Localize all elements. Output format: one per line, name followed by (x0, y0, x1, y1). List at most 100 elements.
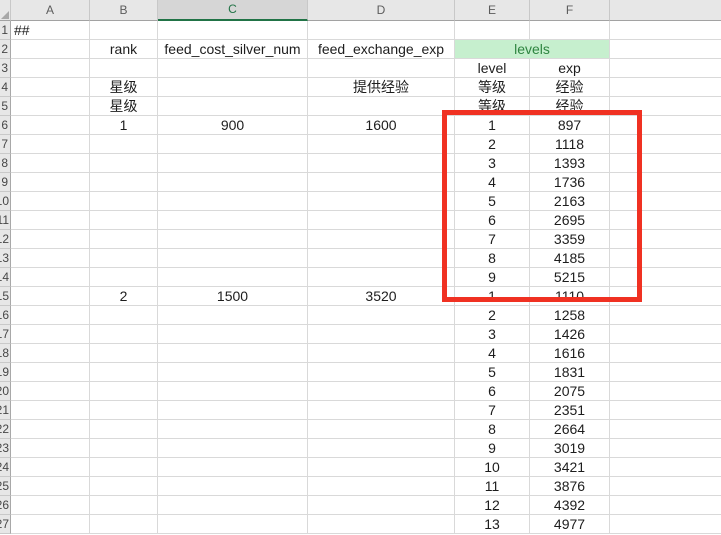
cell-C14[interactable] (158, 268, 308, 287)
cell-C20[interactable] (158, 382, 308, 401)
cell-A20[interactable] (11, 382, 90, 401)
row-header-14[interactable]: 14 (0, 268, 11, 287)
cell-B4[interactable]: 星级 (90, 78, 158, 97)
cell-A24[interactable] (11, 458, 90, 477)
cell-F17[interactable]: 1426 (530, 325, 610, 344)
column-header-A[interactable]: A (11, 0, 90, 21)
cell-C4[interactable] (158, 78, 308, 97)
cell-G6[interactable] (610, 116, 721, 135)
column-header-D[interactable]: D (308, 0, 455, 21)
cell-A6[interactable] (11, 116, 90, 135)
cell-B14[interactable] (90, 268, 158, 287)
row-header-22[interactable]: 22 (0, 420, 11, 439)
cell-D19[interactable] (308, 363, 455, 382)
cell-E13[interactable]: 8 (455, 249, 530, 268)
cell-E3[interactable]: level (455, 59, 530, 78)
row-header-9[interactable]: 9 (0, 173, 11, 192)
cell-C12[interactable] (158, 230, 308, 249)
cell-B25[interactable] (90, 477, 158, 496)
cell-D17[interactable] (308, 325, 455, 344)
cell-B22[interactable] (90, 420, 158, 439)
cell-D24[interactable] (308, 458, 455, 477)
row-header-24[interactable]: 24 (0, 458, 11, 477)
cell-C26[interactable] (158, 496, 308, 515)
cell-C11[interactable] (158, 211, 308, 230)
cell-G1[interactable] (610, 21, 721, 40)
column-header-F[interactable]: F (530, 0, 610, 21)
cell-G25[interactable] (610, 477, 721, 496)
cell-A2[interactable] (11, 40, 90, 59)
cell-E8[interactable]: 3 (455, 154, 530, 173)
cell-E23[interactable]: 9 (455, 439, 530, 458)
cell-C8[interactable] (158, 154, 308, 173)
cell-G5[interactable] (610, 97, 721, 116)
cell-E9[interactable]: 4 (455, 173, 530, 192)
cell-E1[interactable] (455, 21, 530, 40)
column-header-B[interactable]: B (90, 0, 158, 21)
row-header-19[interactable]: 19 (0, 363, 11, 382)
cell-E25[interactable]: 11 (455, 477, 530, 496)
cell-D25[interactable] (308, 477, 455, 496)
cell-D8[interactable] (308, 154, 455, 173)
row-header-25[interactable]: 25 (0, 477, 11, 496)
cell-B21[interactable] (90, 401, 158, 420)
cell-F13[interactable]: 4185 (530, 249, 610, 268)
cell-A10[interactable] (11, 192, 90, 211)
cell-G23[interactable] (610, 439, 721, 458)
cell-A11[interactable] (11, 211, 90, 230)
cell-A14[interactable] (11, 268, 90, 287)
cell-B6[interactable]: 1 (90, 116, 158, 135)
cell-A9[interactable] (11, 173, 90, 192)
cell-B12[interactable] (90, 230, 158, 249)
cell-C22[interactable] (158, 420, 308, 439)
cell-D15[interactable]: 3520 (308, 287, 455, 306)
cell-A13[interactable] (11, 249, 90, 268)
cell-D27[interactable] (308, 515, 455, 534)
cell-B3[interactable] (90, 59, 158, 78)
cell-G16[interactable] (610, 306, 721, 325)
cell-F20[interactable]: 2075 (530, 382, 610, 401)
cell-B15[interactable]: 2 (90, 287, 158, 306)
cell-A1[interactable]: ## (11, 21, 90, 40)
cell-D16[interactable] (308, 306, 455, 325)
cell-D1[interactable] (308, 21, 455, 40)
cell-E5[interactable]: 等级 (455, 97, 530, 116)
cell-C24[interactable] (158, 458, 308, 477)
cell-A4[interactable] (11, 78, 90, 97)
cell-F12[interactable]: 3359 (530, 230, 610, 249)
cell-D3[interactable] (308, 59, 455, 78)
cell-C25[interactable] (158, 477, 308, 496)
cell-E14[interactable]: 9 (455, 268, 530, 287)
cell-F4[interactable]: 经验 (530, 78, 610, 97)
cell-E18[interactable]: 4 (455, 344, 530, 363)
cell-D11[interactable] (308, 211, 455, 230)
cell-A5[interactable] (11, 97, 90, 116)
cell-G19[interactable] (610, 363, 721, 382)
cell-A16[interactable] (11, 306, 90, 325)
cell-D13[interactable] (308, 249, 455, 268)
cell-D20[interactable] (308, 382, 455, 401)
cell-G13[interactable] (610, 249, 721, 268)
cell-B13[interactable] (90, 249, 158, 268)
row-header-10[interactable]: 10 (0, 192, 11, 211)
row-header-7[interactable]: 7 (0, 135, 11, 154)
cell-A7[interactable] (11, 135, 90, 154)
cell-E27[interactable]: 13 (455, 515, 530, 534)
cell-A8[interactable] (11, 154, 90, 173)
cell-C17[interactable] (158, 325, 308, 344)
cell-A15[interactable] (11, 287, 90, 306)
cell-F16[interactable]: 1258 (530, 306, 610, 325)
row-header-2[interactable]: 2 (0, 40, 11, 59)
cell-D22[interactable] (308, 420, 455, 439)
cell-C18[interactable] (158, 344, 308, 363)
cell-F11[interactable]: 2695 (530, 211, 610, 230)
cell-D23[interactable] (308, 439, 455, 458)
cell-D6[interactable]: 1600 (308, 116, 455, 135)
cell-F9[interactable]: 1736 (530, 173, 610, 192)
row-header-26[interactable]: 26 (0, 496, 11, 515)
cell-F25[interactable]: 3876 (530, 477, 610, 496)
cell-D7[interactable] (308, 135, 455, 154)
cell-F10[interactable]: 2163 (530, 192, 610, 211)
row-header-12[interactable]: 12 (0, 230, 11, 249)
cell-D4[interactable]: 提供经验 (308, 78, 455, 97)
